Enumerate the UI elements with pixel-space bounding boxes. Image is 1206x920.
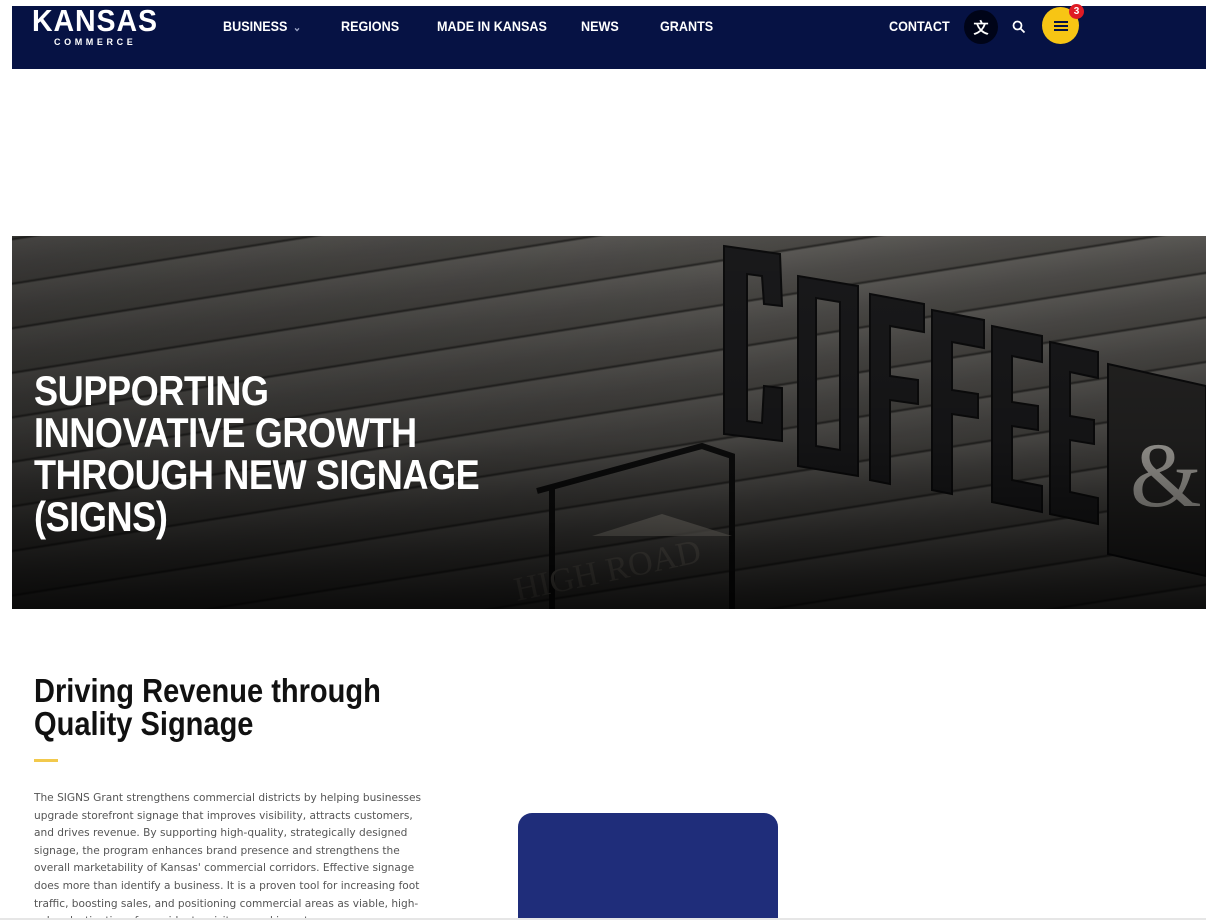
- top-navbar: KANSAS COMMERCE BUSINESS ⌄ REGIONS MADE I…: [12, 3, 1206, 69]
- nav-business[interactable]: BUSINESS ⌄: [223, 18, 301, 34]
- nav-regions[interactable]: REGIONS: [341, 18, 399, 34]
- nav-news[interactable]: NEWS: [581, 18, 619, 34]
- logo-subtext: COMMERCE: [54, 37, 137, 47]
- translate-icon: 文: [973, 19, 989, 37]
- section-heading: Driving Revenue through Quality Signage: [34, 672, 381, 742]
- kansas-commerce-logo[interactable]: KANSAS COMMERCE: [32, 3, 169, 47]
- search-icon: [1012, 20, 1026, 34]
- nav-contact[interactable]: CONTACT: [889, 18, 950, 34]
- translate-button[interactable]: 文: [964, 10, 998, 44]
- section-body-text: The SIGNS Grant strengthens commercial d…: [34, 792, 422, 920]
- chevron-down-icon: ⌄: [292, 22, 302, 34]
- hero-title: SUPPORTING INNOVATIVE GROWTH THROUGH NEW…: [34, 367, 480, 540]
- hero-banner: & HIGH ROAD SUPPORTING INNOVATIVE GROWTH…: [12, 236, 1206, 609]
- hamburger-menu-icon: [1053, 20, 1068, 31]
- logo-wordmark: KANSAS: [32, 3, 158, 38]
- blue-feature-card: [518, 813, 778, 920]
- menu-notification-badge: 3: [1069, 4, 1084, 19]
- nav-business-label: BUSINESS: [223, 18, 288, 34]
- heading-accent-bar: [34, 759, 58, 762]
- nav-made-in-kansas[interactable]: MADE IN KANSAS: [437, 18, 547, 34]
- search-button[interactable]: [1002, 10, 1036, 44]
- nav-grants[interactable]: GRANTS: [660, 18, 713, 34]
